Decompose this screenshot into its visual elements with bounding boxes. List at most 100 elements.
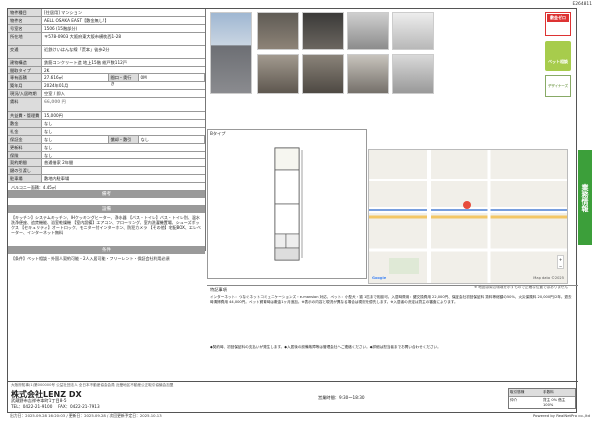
spec-key: 交通 — [8, 45, 42, 58]
conditions-header: 条件 — [8, 247, 205, 255]
property-sheet: 物件種目 [住居用] マンション 物件名 AELL OSAKA EAST【敷金無し… — [7, 8, 578, 414]
document-id: E264811 — [572, 2, 592, 7]
spec-key: 専有面積 — [8, 74, 42, 82]
spec-row: 礼金 なし — [8, 127, 205, 136]
spec-value: 15,000円 — [44, 113, 63, 119]
remarks-box — [8, 198, 205, 207]
fee-label: 手数料 — [542, 389, 575, 396]
company-footer: 大阪府知事(1)第000000号 公益社団法人 全日本不動産協会会員 近畿地区不… — [8, 381, 578, 414]
spec-value — [42, 167, 205, 174]
spec-value: なし — [42, 135, 109, 143]
deal-label: 取引態様 — [509, 389, 542, 396]
hallway-photo[interactable] — [302, 12, 344, 50]
spec-key: 現況/入居時期 — [8, 90, 42, 98]
stamp-no-deposit: 敷金ゼロ — [545, 12, 571, 36]
spec-row: 更新料 なし — [8, 143, 205, 152]
photo-gallery: 敷金ゼロ ペット相談 デザイナーズ — [207, 9, 578, 127]
business-hours: 営業時間：9:30～18:30 — [318, 395, 365, 400]
spec-table: 物件種目 [住居用] マンション 物件名 AELL OSAKA EAST【敷金無し… — [8, 9, 206, 261]
spec-value: なし — [139, 135, 205, 143]
spec-value: 0M — [139, 74, 205, 82]
spec-key: 保証金 — [8, 135, 42, 143]
spec-row: 号室名 1506 (15階部分) — [8, 24, 205, 33]
equipment-text: 【キッチン】システムキッチン、IHクッキングヒーター、浄水器 【バス・トイレ】バ… — [8, 213, 205, 248]
company-fax: FAX：0422-21-7913 — [58, 404, 100, 409]
spec-key: 駐車場 — [8, 175, 42, 183]
spec-row: 交通 近鉄けいはんな線「荒本」徒歩2分 — [8, 45, 205, 59]
spec-value: 1506 (15階部分) — [44, 25, 78, 31]
entrance-photo[interactable] — [257, 12, 299, 50]
spec-key: 更新料 — [8, 143, 42, 151]
balcony-area: バルコニー面積：4.45㎡ — [8, 183, 205, 192]
deal-terms-box: 取引態様 手数料 仲介 貸主 0% 借主 100% — [508, 388, 576, 409]
spec-key: 建物構造 — [8, 58, 42, 66]
corridor-photo[interactable] — [302, 54, 344, 94]
license-text: 大阪府知事(1)第000000号 公益社団法人 全日本不動産協会会員 近畿地区不… — [11, 383, 174, 387]
spec-key: 敷金 — [8, 120, 42, 127]
spec-value: 27.616㎡ — [42, 74, 109, 82]
spec-row: 駐車場 敷地内駐車場 — [8, 175, 205, 184]
room-photo[interactable] — [257, 54, 299, 94]
company-tel: TEL：0422-21-9100 — [11, 404, 53, 409]
bathroom-photo[interactable] — [392, 12, 434, 50]
special-notes-text: インターネット：つなぐネットコミュニケーションズ・e-mansion 対応、ペッ… — [210, 294, 572, 304]
spec-row: 契約期間 普通借家 2年間 — [8, 159, 205, 168]
spec-key: 築年月 — [8, 82, 42, 90]
spec-row-type: 物件種目 [住居用] マンション — [8, 9, 205, 17]
property-name: AELL OSAKA EAST【敷金無し!】 — [44, 17, 109, 23]
spec-key: 賃料 — [8, 98, 42, 112]
business-info-tab[interactable]: 業務情報 — [578, 150, 592, 245]
spec-row: 保証金 なし 償却・敷引 なし — [8, 135, 205, 144]
spec-value: なし — [44, 152, 53, 158]
spec-value: 2K — [44, 67, 50, 73]
spec-key: 物件名 — [8, 16, 42, 24]
stamp-designers: デザイナーズ — [545, 75, 571, 97]
spec-row: 敷金 なし — [8, 120, 205, 128]
spec-row: 鍵の引渡し — [8, 167, 205, 176]
toilet-photo[interactable] — [392, 54, 434, 94]
spec-row-rent: 賃料 66,000 円 — [8, 98, 205, 113]
footer-dates: 出力日：2025.09.28 16:20:03 / 更新日：2025.09.28… — [10, 413, 162, 418]
spec-value: 普通借家 2年間 — [44, 160, 74, 166]
spec-key: 償却・敷引 — [108, 135, 139, 143]
deal-value: 仲介 — [510, 398, 518, 402]
special-notes-title: 特記事項 — [210, 287, 227, 292]
building-photo[interactable] — [210, 12, 252, 94]
spec-value: 2024年01月 — [44, 83, 69, 89]
address: 〒578-0903 大阪府東大阪市横枕西1-28 — [44, 33, 122, 39]
equipment-header: 設備 — [8, 206, 205, 214]
spec-key: 鍵の引渡し — [8, 167, 42, 175]
spec-key: 物件種目 — [8, 9, 42, 16]
spec-row: 建物構造 鉄筋コンクリート造 地上15階 総戸数112戸 — [8, 58, 205, 67]
conditions-text: 【条件】ペット相談・外国人契約可能・2人入居可能・フリーレント・保証会社利用必須 — [11, 256, 170, 262]
footer-powered-by: Powered by RealNetPro co.,ltd — [532, 413, 590, 418]
stamp-pet-ok: ペット相談 — [545, 41, 571, 71]
google-logo: Google — [372, 276, 387, 280]
map-zoom-controls[interactable]: + − — [557, 255, 564, 269]
spec-key: 号室名 — [8, 24, 42, 32]
spec-row: 現況/入居時期 空室 / 即入 — [8, 90, 205, 99]
spec-value: なし — [44, 121, 53, 127]
floor-plan-drawing — [274, 147, 303, 261]
spec-row: 物件名 AELL OSAKA EAST【敷金無し!】 — [8, 16, 205, 25]
spec-row: 所在地 〒578-0903 大阪府東大阪市横枕西1-28 — [8, 32, 205, 46]
spec-key: 間口・奥行き — [108, 74, 139, 86]
spec-key: 間取タイプ — [8, 66, 42, 74]
rent-value: 66,000 円 — [44, 99, 66, 105]
special-notes: 特記事項 インターネット：つなぐネットコミュニケーションズ・e-mansion … — [207, 285, 578, 379]
spec-value: 鉄筋コンクリート造 地上15階 総戸数112戸 — [44, 59, 127, 65]
spec-key: 保険 — [8, 151, 42, 159]
spec-key: 所在地 — [8, 32, 42, 45]
zoom-in-button[interactable]: + — [558, 256, 563, 263]
contract-notes: ◆契約時、初回保証料の支払いが発生します。◆入居後の設備故障等は管理会社へご連絡… — [210, 344, 441, 349]
spec-value: なし — [44, 144, 53, 150]
area-map[interactable]: + − Google Map data ©2025 — [368, 149, 568, 284]
spec-row: 築年月 2024年01月 — [8, 82, 205, 91]
kitchen-photo[interactable] — [347, 12, 389, 50]
fee-value: 貸主 0% 借主 100% — [543, 398, 566, 407]
zoom-out-button[interactable]: − — [558, 263, 563, 270]
spec-value: 敷地内駐車場 — [44, 176, 70, 182]
spec-row: 間取タイプ 2K — [8, 66, 205, 75]
spec-key: 共益費・管理費 — [8, 112, 42, 120]
washroom-photo[interactable] — [347, 54, 389, 94]
